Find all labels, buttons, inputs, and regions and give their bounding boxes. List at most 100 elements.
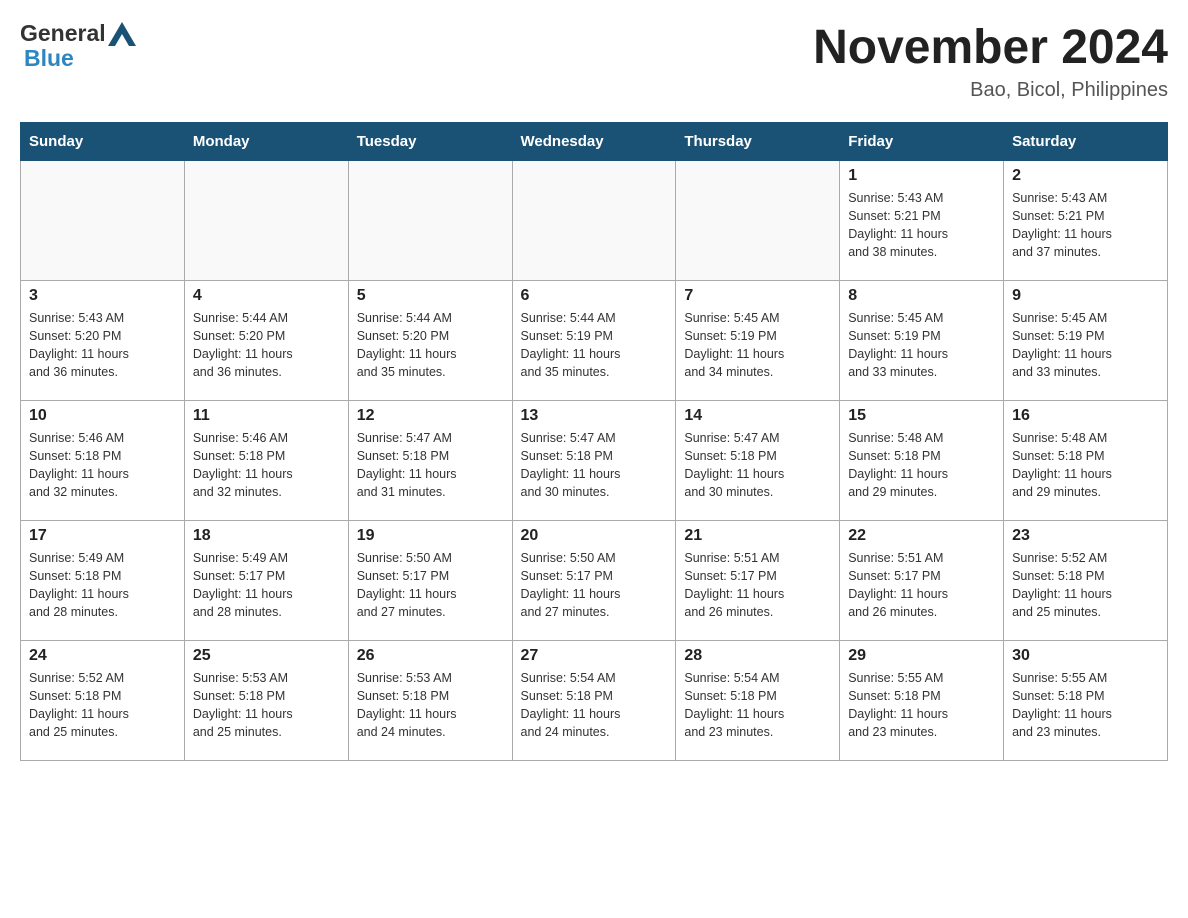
header: General Blue November 2024 Bao, Bicol, P… [20,20,1168,102]
day-number: 6 [521,287,668,305]
day-info: Sunrise: 5:54 AM Sunset: 5:18 PM Dayligh… [684,671,784,739]
day-info: Sunrise: 5:55 AM Sunset: 5:18 PM Dayligh… [1012,671,1112,739]
week-row-2: 3 Sunrise: 5:43 AM Sunset: 5:20 PM Daylig… [21,281,1168,401]
day-info: Sunrise: 5:43 AM Sunset: 5:21 PM Dayligh… [848,191,948,259]
day-number: 17 [29,527,176,545]
weekday-header-thursday: Thursday [676,123,840,161]
day-info: Sunrise: 5:44 AM Sunset: 5:20 PM Dayligh… [357,311,457,379]
calendar-cell: 29 Sunrise: 5:55 AM Sunset: 5:18 PM Dayli… [840,641,1004,761]
calendar-header: SundayMondayTuesdayWednesdayThursdayFrid… [21,123,1168,161]
day-info: Sunrise: 5:50 AM Sunset: 5:17 PM Dayligh… [357,551,457,619]
calendar-cell: 16Sunrise: 5:48 AM Sunset: 5:18 PM Dayli… [1004,401,1168,521]
day-number: 15 [848,407,995,425]
day-number: 13 [521,407,668,425]
day-info: Sunrise: 5:50 AM Sunset: 5:17 PM Dayligh… [521,551,621,619]
day-number: 7 [684,287,831,305]
calendar-cell: 22 Sunrise: 5:51 AM Sunset: 5:17 PM Dayli… [840,521,1004,641]
calendar-cell: 3 Sunrise: 5:43 AM Sunset: 5:20 PM Daylig… [21,281,185,401]
day-number: 26 [357,647,504,665]
calendar-cell: 28 Sunrise: 5:54 AM Sunset: 5:18 PM Dayli… [676,641,840,761]
calendar-cell: 24Sunrise: 5:52 AM Sunset: 5:18 PM Dayli… [21,641,185,761]
day-number: 23 [1012,527,1159,545]
calendar-cell: 21 Sunrise: 5:51 AM Sunset: 5:17 PM Dayli… [676,521,840,641]
day-info: Sunrise: 5:49 AM Sunset: 5:17 PM Dayligh… [193,551,293,619]
calendar-cell: 9 Sunrise: 5:45 AM Sunset: 5:19 PM Daylig… [1004,281,1168,401]
day-info: Sunrise: 5:55 AM Sunset: 5:18 PM Dayligh… [848,671,948,739]
week-row-4: 17 Sunrise: 5:49 AM Sunset: 5:18 PM Dayli… [21,521,1168,641]
day-info: Sunrise: 5:54 AM Sunset: 5:18 PM Dayligh… [521,671,621,739]
day-number: 21 [684,527,831,545]
day-number: 18 [193,527,340,545]
calendar-cell [21,161,185,281]
logo-blue-text: Blue [24,45,74,72]
week-row-5: 24Sunrise: 5:52 AM Sunset: 5:18 PM Dayli… [21,641,1168,761]
day-info: Sunrise: 5:49 AM Sunset: 5:18 PM Dayligh… [29,551,129,619]
day-number: 9 [1012,287,1159,305]
week-row-1: 1 Sunrise: 5:43 AM Sunset: 5:21 PM Daylig… [21,161,1168,281]
day-info: Sunrise: 5:48 AM Sunset: 5:18 PM Dayligh… [848,431,948,499]
day-number: 1 [848,167,995,185]
calendar-cell: 14 Sunrise: 5:47 AM Sunset: 5:18 PM Dayli… [676,401,840,521]
calendar-cell: 27 Sunrise: 5:54 AM Sunset: 5:18 PM Dayli… [512,641,676,761]
day-number: 24 [29,647,176,665]
day-info: Sunrise: 5:46 AM Sunset: 5:18 PM Dayligh… [193,431,293,499]
day-info: Sunrise: 5:53 AM Sunset: 5:18 PM Dayligh… [193,671,293,739]
week-row-3: 10 Sunrise: 5:46 AM Sunset: 5:18 PM Dayli… [21,401,1168,521]
day-number: 28 [684,647,831,665]
day-info: Sunrise: 5:53 AM Sunset: 5:18 PM Dayligh… [357,671,457,739]
weekday-header-tuesday: Tuesday [348,123,512,161]
logo-triangle-icon [108,22,136,46]
day-number: 30 [1012,647,1159,665]
day-info: Sunrise: 5:51 AM Sunset: 5:17 PM Dayligh… [684,551,784,619]
calendar-body: 1 Sunrise: 5:43 AM Sunset: 5:21 PM Daylig… [21,161,1168,761]
calendar-cell: 23 Sunrise: 5:52 AM Sunset: 5:18 PM Dayli… [1004,521,1168,641]
day-info: Sunrise: 5:44 AM Sunset: 5:20 PM Dayligh… [193,311,293,379]
day-info: Sunrise: 5:47 AM Sunset: 5:18 PM Dayligh… [684,431,784,499]
calendar-cell [676,161,840,281]
weekday-header-monday: Monday [184,123,348,161]
day-number: 16 [1012,407,1159,425]
day-number: 2 [1012,167,1159,185]
day-info: Sunrise: 5:51 AM Sunset: 5:17 PM Dayligh… [848,551,948,619]
day-number: 14 [684,407,831,425]
calendar-cell: 4Sunrise: 5:44 AM Sunset: 5:20 PM Daylig… [184,281,348,401]
weekday-row: SundayMondayTuesdayWednesdayThursdayFrid… [21,123,1168,161]
day-info: Sunrise: 5:44 AM Sunset: 5:19 PM Dayligh… [521,311,621,379]
day-number: 3 [29,287,176,305]
calendar-cell: 15 Sunrise: 5:48 AM Sunset: 5:18 PM Dayli… [840,401,1004,521]
day-number: 10 [29,407,176,425]
calendar-cell: 8 Sunrise: 5:45 AM Sunset: 5:19 PM Daylig… [840,281,1004,401]
day-info: Sunrise: 5:52 AM Sunset: 5:18 PM Dayligh… [1012,551,1112,619]
calendar-cell [512,161,676,281]
weekday-header-sunday: Sunday [21,123,185,161]
calendar-cell: 13Sunrise: 5:47 AM Sunset: 5:18 PM Dayli… [512,401,676,521]
weekday-header-wednesday: Wednesday [512,123,676,161]
day-number: 8 [848,287,995,305]
logo: General Blue [20,20,136,72]
calendar-table: SundayMondayTuesdayWednesdayThursdayFrid… [20,122,1168,761]
calendar-cell: 5 Sunrise: 5:44 AM Sunset: 5:20 PM Daylig… [348,281,512,401]
calendar-cell: 26 Sunrise: 5:53 AM Sunset: 5:18 PM Dayli… [348,641,512,761]
day-info: Sunrise: 5:45 AM Sunset: 5:19 PM Dayligh… [848,311,948,379]
day-number: 20 [521,527,668,545]
calendar-cell: 30 Sunrise: 5:55 AM Sunset: 5:18 PM Dayli… [1004,641,1168,761]
calendar-cell: 7Sunrise: 5:45 AM Sunset: 5:19 PM Daylig… [676,281,840,401]
calendar-cell: 18 Sunrise: 5:49 AM Sunset: 5:17 PM Dayli… [184,521,348,641]
day-number: 11 [193,407,340,425]
day-number: 5 [357,287,504,305]
calendar-cell: 20 Sunrise: 5:50 AM Sunset: 5:17 PM Dayli… [512,521,676,641]
logo-general-text: General [20,20,106,47]
day-info: Sunrise: 5:46 AM Sunset: 5:18 PM Dayligh… [29,431,129,499]
calendar-cell: 19 Sunrise: 5:50 AM Sunset: 5:17 PM Dayli… [348,521,512,641]
day-info: Sunrise: 5:45 AM Sunset: 5:19 PM Dayligh… [1012,311,1112,379]
page-subtitle: Bao, Bicol, Philippines [813,79,1168,102]
day-info: Sunrise: 5:43 AM Sunset: 5:20 PM Dayligh… [29,311,129,379]
day-info: Sunrise: 5:43 AM Sunset: 5:21 PM Dayligh… [1012,191,1112,259]
day-number: 27 [521,647,668,665]
calendar-cell: 12Sunrise: 5:47 AM Sunset: 5:18 PM Dayli… [348,401,512,521]
day-number: 19 [357,527,504,545]
weekday-header-friday: Friday [840,123,1004,161]
day-number: 29 [848,647,995,665]
calendar-cell: 17 Sunrise: 5:49 AM Sunset: 5:18 PM Dayli… [21,521,185,641]
day-number: 22 [848,527,995,545]
